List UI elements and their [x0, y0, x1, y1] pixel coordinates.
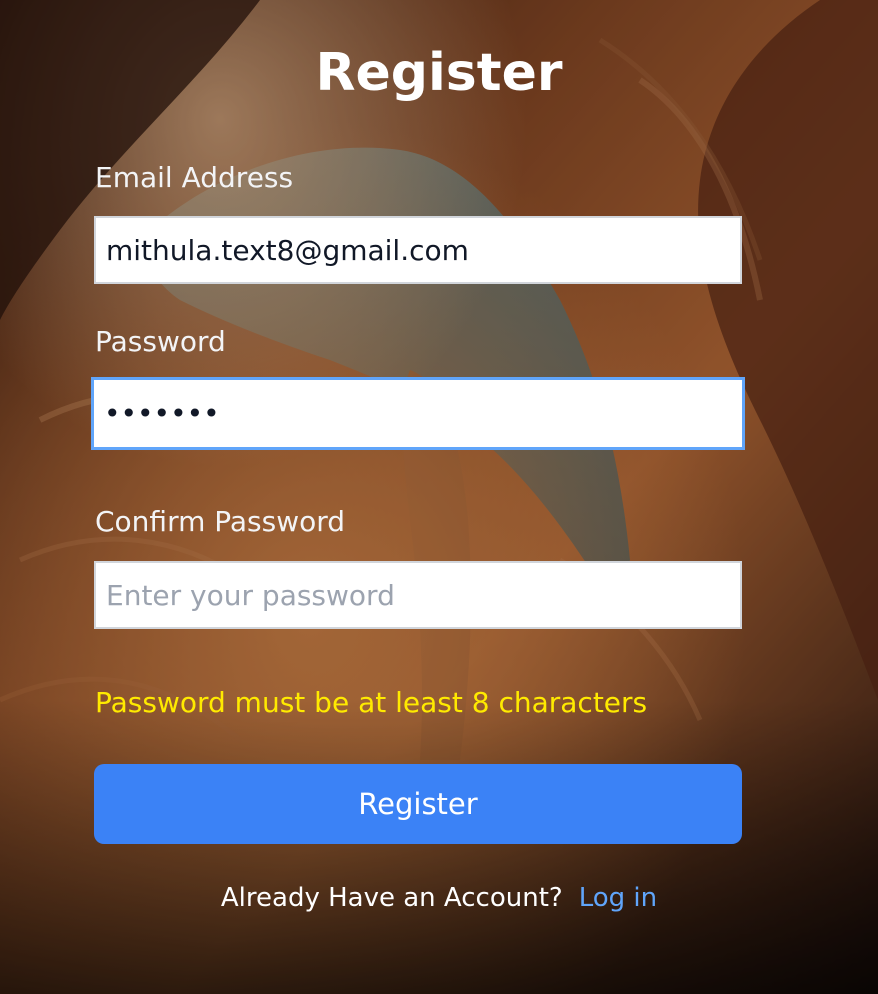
page-title: Register — [315, 43, 563, 103]
login-prompt: Already Have an Account? Log in — [0, 879, 878, 917]
email-input[interactable] — [94, 216, 742, 284]
email-label: Email Address — [95, 161, 294, 194]
confirm-password-input[interactable] — [94, 561, 742, 629]
password-label: Password — [95, 325, 226, 358]
register-button[interactable]: Register — [94, 764, 742, 844]
register-form: Register Email Address Password Confirm … — [0, 0, 878, 994]
password-input[interactable] — [91, 377, 745, 450]
confirm-password-label: Confirm Password — [95, 505, 346, 538]
login-link[interactable]: Log in — [579, 883, 657, 913]
password-error-message: Password must be at least 8 characters — [95, 686, 648, 719]
login-prompt-text: Already Have an Account? — [220, 883, 563, 913]
